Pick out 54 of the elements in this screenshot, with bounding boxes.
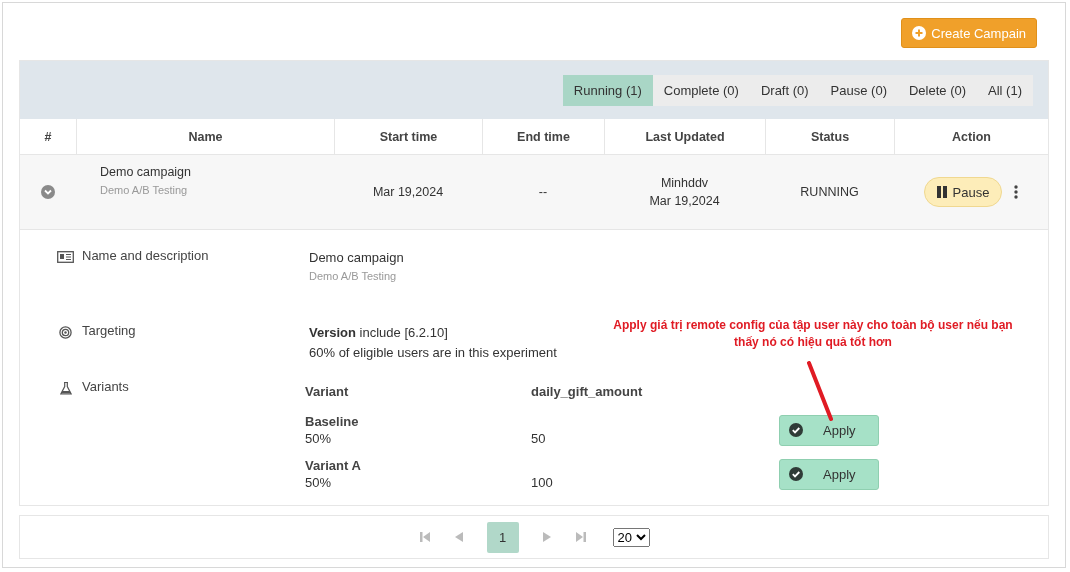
next-page-icon[interactable] [540, 531, 553, 543]
apply-button[interactable]: Apply [779, 414, 879, 446]
section-label: Variants [82, 379, 129, 394]
last-page-icon[interactable] [574, 531, 587, 543]
updated-date: Mar 19,2024 [649, 194, 720, 208]
plus-icon [912, 26, 927, 40]
column-header: Variant [305, 382, 350, 401]
variant-name: Baseline [305, 413, 360, 430]
targeting-rule: Version include [6.2.10] [309, 324, 449, 342]
page-size-select[interactable]: 20 [612, 527, 650, 547]
filter-tab[interactable]: Draft (0) [749, 74, 820, 106]
id-card-icon [57, 251, 74, 263]
column-header: Action [894, 119, 1048, 154]
check-icon [789, 467, 803, 481]
page-button[interactable]: 1 [486, 521, 519, 553]
variant-name: Variant A [305, 457, 362, 474]
column-header: Start time [334, 119, 482, 154]
filter-tab[interactable]: Complete (0) [652, 74, 750, 106]
target-icon [57, 326, 74, 339]
column-header: Last Updated [604, 119, 765, 154]
flask-icon [57, 382, 74, 395]
campaign-description: Demo A/B Testing [309, 269, 398, 284]
annotation-text: Apply giá trị remote config của tập user này cho toàn bộ user nếu bạn thấy nó có hiệu quả tốt hơn [612, 317, 1014, 351]
filter-tab[interactable]: Running (1) [562, 74, 653, 106]
first-page-icon[interactable] [418, 531, 431, 543]
campaign-description: Demo A/B Testing [100, 184, 188, 196]
audience-text: 60% of eligible users are in this experiment [309, 344, 557, 362]
column-header: End time [482, 119, 604, 154]
status-text: RUNNING [800, 185, 859, 199]
collapse-icon[interactable] [41, 185, 55, 199]
campaign-name: Demo campaign [100, 165, 191, 179]
filter-tab[interactable]: Delete (0) [897, 74, 978, 106]
apply-button[interactable]: Apply [779, 458, 879, 490]
more-icon[interactable] [1014, 185, 1019, 199]
variant-value: 100 [531, 474, 554, 491]
end-time: -- [538, 185, 548, 199]
column-header: Name [76, 119, 334, 154]
filter-tab[interactable]: All (1) [977, 74, 1033, 106]
check-icon [789, 423, 803, 437]
variant-share: 50% [305, 430, 333, 447]
start-time: Mar 19,2024 [372, 185, 444, 199]
pause-button[interactable]: Pause [923, 177, 1003, 207]
updated-by: Minhddv [660, 176, 709, 190]
campaign-name: Demo campaign [309, 249, 404, 267]
column-header: daily_gift_amount [531, 382, 644, 401]
variant-share: 50% [305, 474, 333, 491]
section-label: Targeting [82, 323, 136, 338]
column-header: # [43, 128, 53, 146]
pause-icon [936, 186, 947, 198]
section-label: Name and description [82, 248, 209, 263]
column-header: Status [765, 119, 894, 154]
annotation-line [807, 361, 833, 421]
variant-value: 50 [531, 430, 547, 447]
filter-tab[interactable]: Pause (0) [819, 74, 898, 106]
